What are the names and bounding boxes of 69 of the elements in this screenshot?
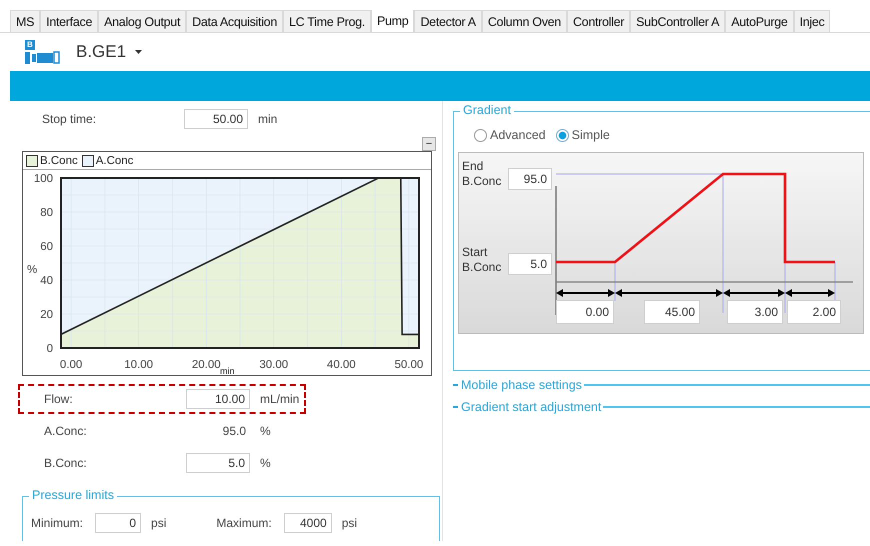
field-label: Flow: <box>43 392 74 406</box>
y-tick-label: 40 <box>40 275 53 287</box>
field-label: Start <box>462 245 488 259</box>
duration-field[interactable]: 2.00 <box>787 300 841 324</box>
legend-label: B.Conc <box>40 154 78 166</box>
x-tick-label: 0.00 <box>60 359 82 371</box>
input-field[interactable]: 10.00 <box>186 389 250 409</box>
y-tick-label: 80 <box>40 207 53 219</box>
device-selector[interactable]: B.GE1 <box>76 42 126 62</box>
y-tick-label: 0 <box>46 343 53 355</box>
pump-icon <box>24 51 60 64</box>
field-label: Stop time: <box>41 112 98 126</box>
duration-field[interactable]: 3.00 <box>727 300 783 324</box>
group-title: Gradient <box>460 103 514 117</box>
x-axis-label: min <box>220 366 235 375</box>
stop-time-field[interactable]: 50.00 <box>184 109 248 129</box>
collapse-button[interactable]: − <box>422 137 436 151</box>
x-tick-label: 40.00 <box>326 359 356 371</box>
unit-label: % <box>260 424 271 438</box>
x-tick-label: 50.00 <box>394 359 424 371</box>
radio-label[interactable]: Advanced <box>490 128 546 142</box>
end-concentration-field[interactable]: 95.0 <box>508 168 552 190</box>
unit-label: psi <box>151 516 166 530</box>
group-title: Pressure limits <box>29 488 117 502</box>
input-field[interactable]: 0 <box>95 513 142 533</box>
tab[interactable]: Data Acquisition <box>186 10 283 32</box>
tab[interactable]: LC Time Prog. <box>282 10 371 32</box>
field-label: Maximum: <box>216 516 272 530</box>
unit-label: psi <box>342 516 358 530</box>
field-label: B.Conc <box>462 174 502 188</box>
unit-label: min <box>258 112 278 126</box>
start-concentration-field[interactable]: 5.0 <box>508 253 552 275</box>
unit-label: % <box>260 456 271 470</box>
tab[interactable]: Analog Output <box>98 10 186 32</box>
radio-button[interactable] <box>474 128 487 142</box>
legend-swatch <box>82 154 94 166</box>
tab[interactable]: Controller <box>566 10 630 32</box>
duration-field[interactable]: 0.00 <box>556 300 614 324</box>
tab[interactable]: SubController A <box>630 10 726 32</box>
x-tick-label: 20.00 <box>192 359 221 371</box>
tab[interactable]: Column Oven <box>482 10 567 32</box>
tab[interactable]: Injec <box>794 10 830 32</box>
y-tick-label: 60 <box>40 241 53 253</box>
tab[interactable]: Interface <box>40 10 98 32</box>
x-tick-label: 10.00 <box>124 359 154 371</box>
field-label: B.Conc <box>462 260 502 274</box>
legend-label: A.Conc <box>96 154 134 166</box>
unit-label: mL/min <box>260 392 300 406</box>
x-tick-label: 30.00 <box>259 359 288 371</box>
field-label: End <box>462 159 484 173</box>
legend-swatch <box>26 154 38 166</box>
device-badge: B <box>25 40 35 50</box>
y-axis-label: % <box>27 264 38 276</box>
field-label: B.Conc: <box>43 456 88 470</box>
tab[interactable]: MS <box>10 10 40 32</box>
value-text: 95.0 <box>222 424 247 438</box>
y-tick-label: 20 <box>40 309 53 321</box>
dropdown-caret-icon[interactable] <box>135 50 142 54</box>
field-label: Minimum: <box>31 516 84 530</box>
tab[interactable]: Detector A <box>414 10 482 32</box>
input-field[interactable]: 4000 <box>284 513 332 533</box>
field-label: A.Conc: <box>43 424 88 438</box>
tab[interactable]: Pump <box>370 10 414 32</box>
input-field[interactable]: 5.0 <box>186 453 250 473</box>
tab[interactable]: AutoPurge <box>725 10 794 32</box>
y-tick-label: 100 <box>34 173 53 185</box>
duration-field[interactable]: 45.00 <box>644 300 700 324</box>
radio-button[interactable] <box>556 128 569 142</box>
radio-label[interactable]: Simple <box>572 128 610 142</box>
